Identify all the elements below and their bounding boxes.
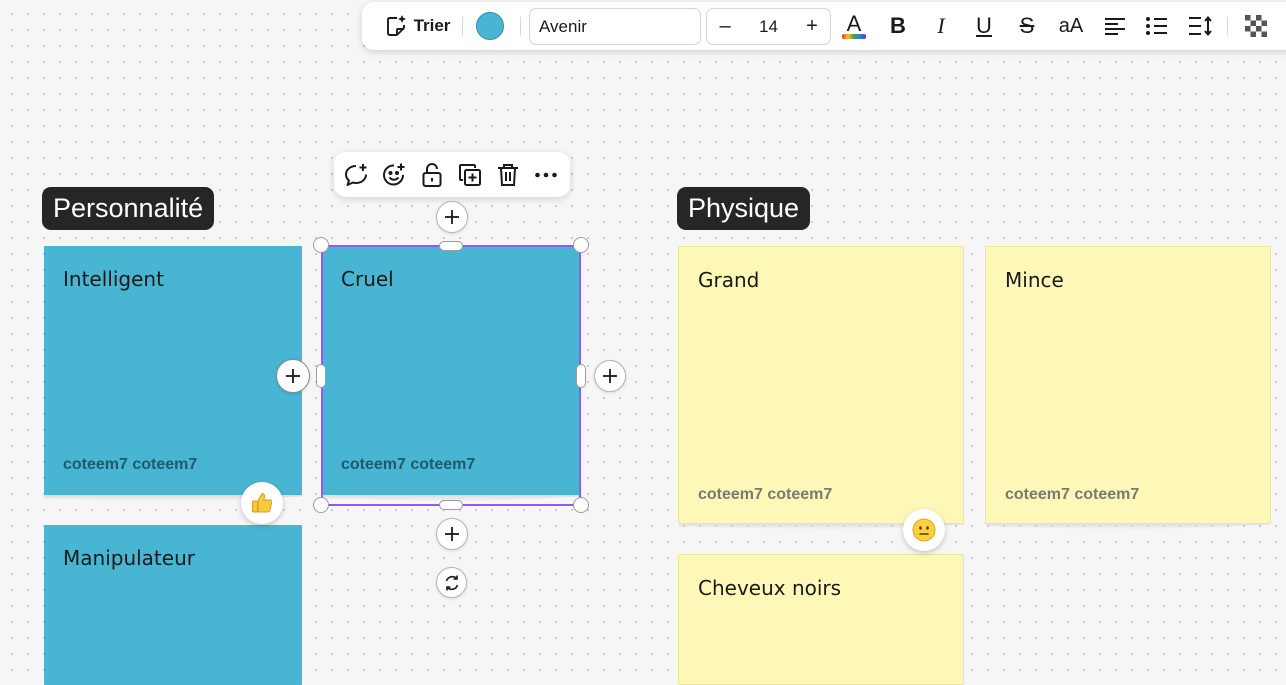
bold-button[interactable]: B [880, 2, 916, 50]
plus-icon [603, 369, 617, 383]
note-text: Cruel [341, 267, 394, 291]
note-color-swatch [476, 12, 504, 40]
add-note-below-button[interactable] [436, 518, 468, 550]
reaction-neutral-face[interactable] [903, 509, 945, 551]
note-author: coteem7 coteem7 [341, 456, 476, 473]
text-color-glyph: A [846, 10, 862, 36]
add-note-above-button[interactable] [436, 201, 468, 233]
resize-handle-top-right[interactable] [573, 237, 589, 253]
note-text: Intelligent [63, 267, 164, 291]
plus-icon [445, 210, 459, 224]
font-size-value[interactable]: 14 [743, 9, 794, 44]
opacity-button[interactable] [1238, 2, 1274, 50]
align-left-button[interactable] [1097, 2, 1133, 50]
resize-handle-top[interactable] [439, 241, 463, 251]
rotate-button[interactable] [436, 567, 467, 598]
resize-handle-right[interactable] [576, 364, 586, 388]
plus-icon [445, 527, 459, 541]
font-size-increase-button[interactable]: + [794, 9, 830, 44]
resize-handle-bottom-left[interactable] [313, 497, 329, 513]
resize-handle-top-left[interactable] [313, 237, 329, 253]
sort-label: Trier [413, 16, 451, 35]
italic-button[interactable]: I [923, 2, 959, 50]
duplicate-button[interactable] [456, 161, 484, 189]
italic-icon: I [937, 13, 945, 38]
line-spacing-icon [1189, 15, 1212, 37]
note-author: coteem7 coteem7 [63, 456, 198, 473]
font-size-decrease-button[interactable]: – [707, 9, 743, 44]
note-text: Mince [1005, 268, 1064, 292]
bullet-list-button[interactable] [1139, 2, 1175, 50]
font-family-select[interactable]: Avenir [529, 8, 701, 45]
lock-button[interactable] [418, 161, 446, 189]
sort-button[interactable]: Trier [372, 2, 462, 50]
bold-icon: B [890, 13, 906, 38]
thumbs-up-emoji [252, 492, 273, 513]
add-reaction-button[interactable] [380, 161, 408, 189]
add-note-right-button[interactable] [594, 360, 626, 392]
bullet-list-icon [1146, 17, 1167, 35]
sticky-note-cheveux-noirs[interactable]: Cheveux noirs [678, 554, 964, 685]
font-size-stepper[interactable]: – 14 + [706, 8, 831, 45]
font-family-value: Avenir [539, 16, 587, 36]
lock-icon [422, 163, 442, 187]
note-text: Manipulateur [63, 546, 195, 570]
opacity-icon [1245, 15, 1267, 37]
rotate-icon [445, 575, 458, 590]
note-color-button[interactable] [470, 2, 510, 50]
text-format-toolbar: Trier Avenir – 14 + A B I U S aA [362, 2, 1286, 50]
text-case-icon: aA [1058, 14, 1084, 37]
strikethrough-icon: S [1019, 13, 1035, 38]
text-color-icon: A [842, 10, 866, 39]
add-comment-icon [345, 164, 367, 186]
resize-handle-left[interactable] [316, 364, 326, 388]
sticky-note-manipulateur[interactable]: Manipulateur [44, 525, 302, 685]
note-text: Grand [698, 268, 760, 292]
sticky-note-cruel[interactable]: Cruel coteem7 coteem7 [322, 246, 580, 495]
resize-handle-bottom-right[interactable] [573, 497, 589, 513]
add-comment-button[interactable] [342, 161, 370, 189]
align-left-icon [1105, 18, 1125, 35]
sticky-note-mince[interactable]: Mince coteem7 coteem7 [985, 246, 1271, 524]
note-author: coteem7 coteem7 [1005, 486, 1140, 503]
text-case-button[interactable]: aA [1051, 2, 1091, 50]
note-text: Cheveux noirs [698, 576, 842, 600]
more-options-button[interactable] [532, 161, 560, 189]
delete-button[interactable] [494, 161, 522, 189]
add-reaction-icon [383, 163, 405, 186]
duplicate-icon [459, 164, 481, 186]
sticky-note-intelligent[interactable]: Intelligent coteem7 coteem7 [44, 246, 302, 495]
reaction-thumbs-up[interactable] [241, 482, 283, 524]
more-icon [535, 172, 557, 178]
underline-button[interactable]: U [966, 2, 1002, 50]
delete-icon [498, 164, 518, 186]
sort-sparkle-icon [386, 15, 406, 36]
text-color-button[interactable]: A [836, 2, 872, 50]
strikethrough-button[interactable]: S [1009, 2, 1045, 50]
note-author: coteem7 coteem7 [698, 486, 833, 503]
plus-icon [286, 369, 300, 383]
note-action-toolbar [334, 152, 570, 197]
add-note-left-button[interactable] [276, 359, 310, 393]
underline-icon: U [976, 13, 992, 38]
line-spacing-button[interactable] [1182, 2, 1218, 50]
frame-label-physique[interactable]: Physique [677, 187, 811, 230]
frame-label-personnalite[interactable]: Personnalité [42, 187, 215, 230]
sticky-note-grand[interactable]: Grand coteem7 coteem7 [678, 246, 964, 524]
resize-handle-bottom[interactable] [439, 500, 463, 510]
neutral-face-emoji [912, 518, 936, 542]
